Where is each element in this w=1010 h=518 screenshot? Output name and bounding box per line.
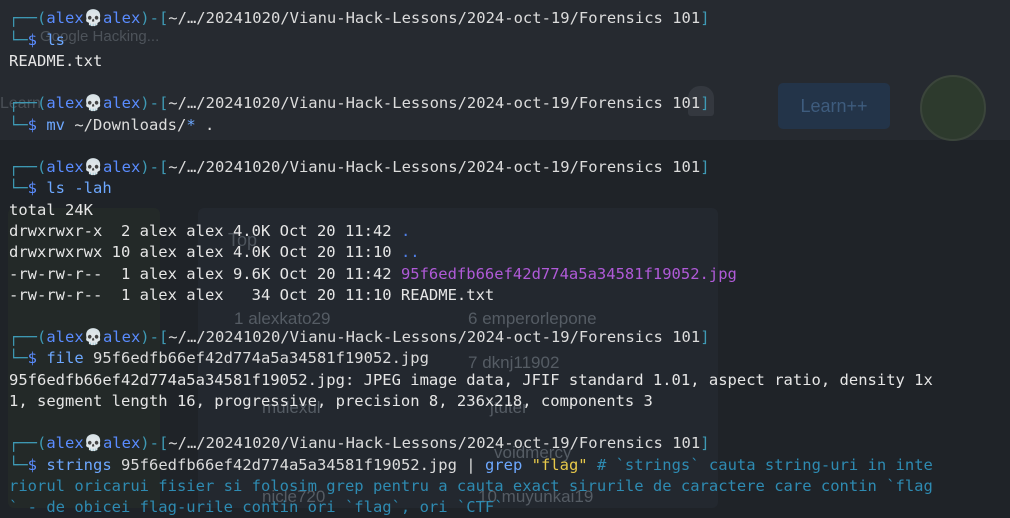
prompt-line: ┌──(alex💀alex)-[~/…/20241020/Vianu-Hack-… [9, 158, 710, 176]
prompt-line: ┌──(alex💀alex)-[~/…/20241020/Vianu-Hack-… [9, 94, 710, 112]
comment-line: ` - de obicei flag-urile contin ori `fla… [9, 498, 504, 516]
listing-line: -rw-rw-r-- 1 alex alex 34 Oct 20 11:10 R… [9, 286, 495, 304]
command-line[interactable]: └─$ strings 95f6edfb66ef42d774a5a34581f1… [9, 455, 933, 476]
comment-line: riorul oricarui fisier si folosim grep p… [9, 477, 933, 495]
prompt-line: ┌──(alex💀alex)-[~/…/20241020/Vianu-Hack-… [9, 9, 710, 27]
listing-line: drwxrwxrwx 10 alex alex 4.0K Oct 20 11:1… [9, 243, 420, 261]
listing-line: drwxrwxr-x 2 alex alex 4.0K Oct 20 11:42… [9, 222, 411, 240]
command-line: └─$ file 95f6edfb66ef42d774a5a34581f1905… [9, 349, 429, 367]
terminal-window[interactable]: ┌──(alex💀alex)-[~/…/20241020/Vianu-Hack-… [0, 0, 1010, 518]
command-output: 1, segment length 16, progressive, preci… [9, 392, 653, 410]
command-line: └─$ ls -lah [9, 179, 112, 197]
command-line: └─$ ls [9, 31, 66, 49]
prompt-line: ┌──(alex💀alex)-[~/…/20241020/Vianu-Hack-… [9, 434, 710, 452]
listing-line: total 24K [9, 201, 93, 219]
prompt-line: ┌──(alex💀alex)-[~/…/20241020/Vianu-Hack-… [9, 328, 710, 346]
command-output: README.txt [9, 52, 103, 70]
listing-line: -rw-rw-r-- 1 alex alex 9.6K Oct 20 11:42… [9, 265, 737, 283]
command-output: 95f6edfb66ef42d774a5a34581f19052.jpg: JP… [9, 371, 933, 389]
command-line: └─$ mv ~/Downloads/* . [9, 116, 215, 134]
